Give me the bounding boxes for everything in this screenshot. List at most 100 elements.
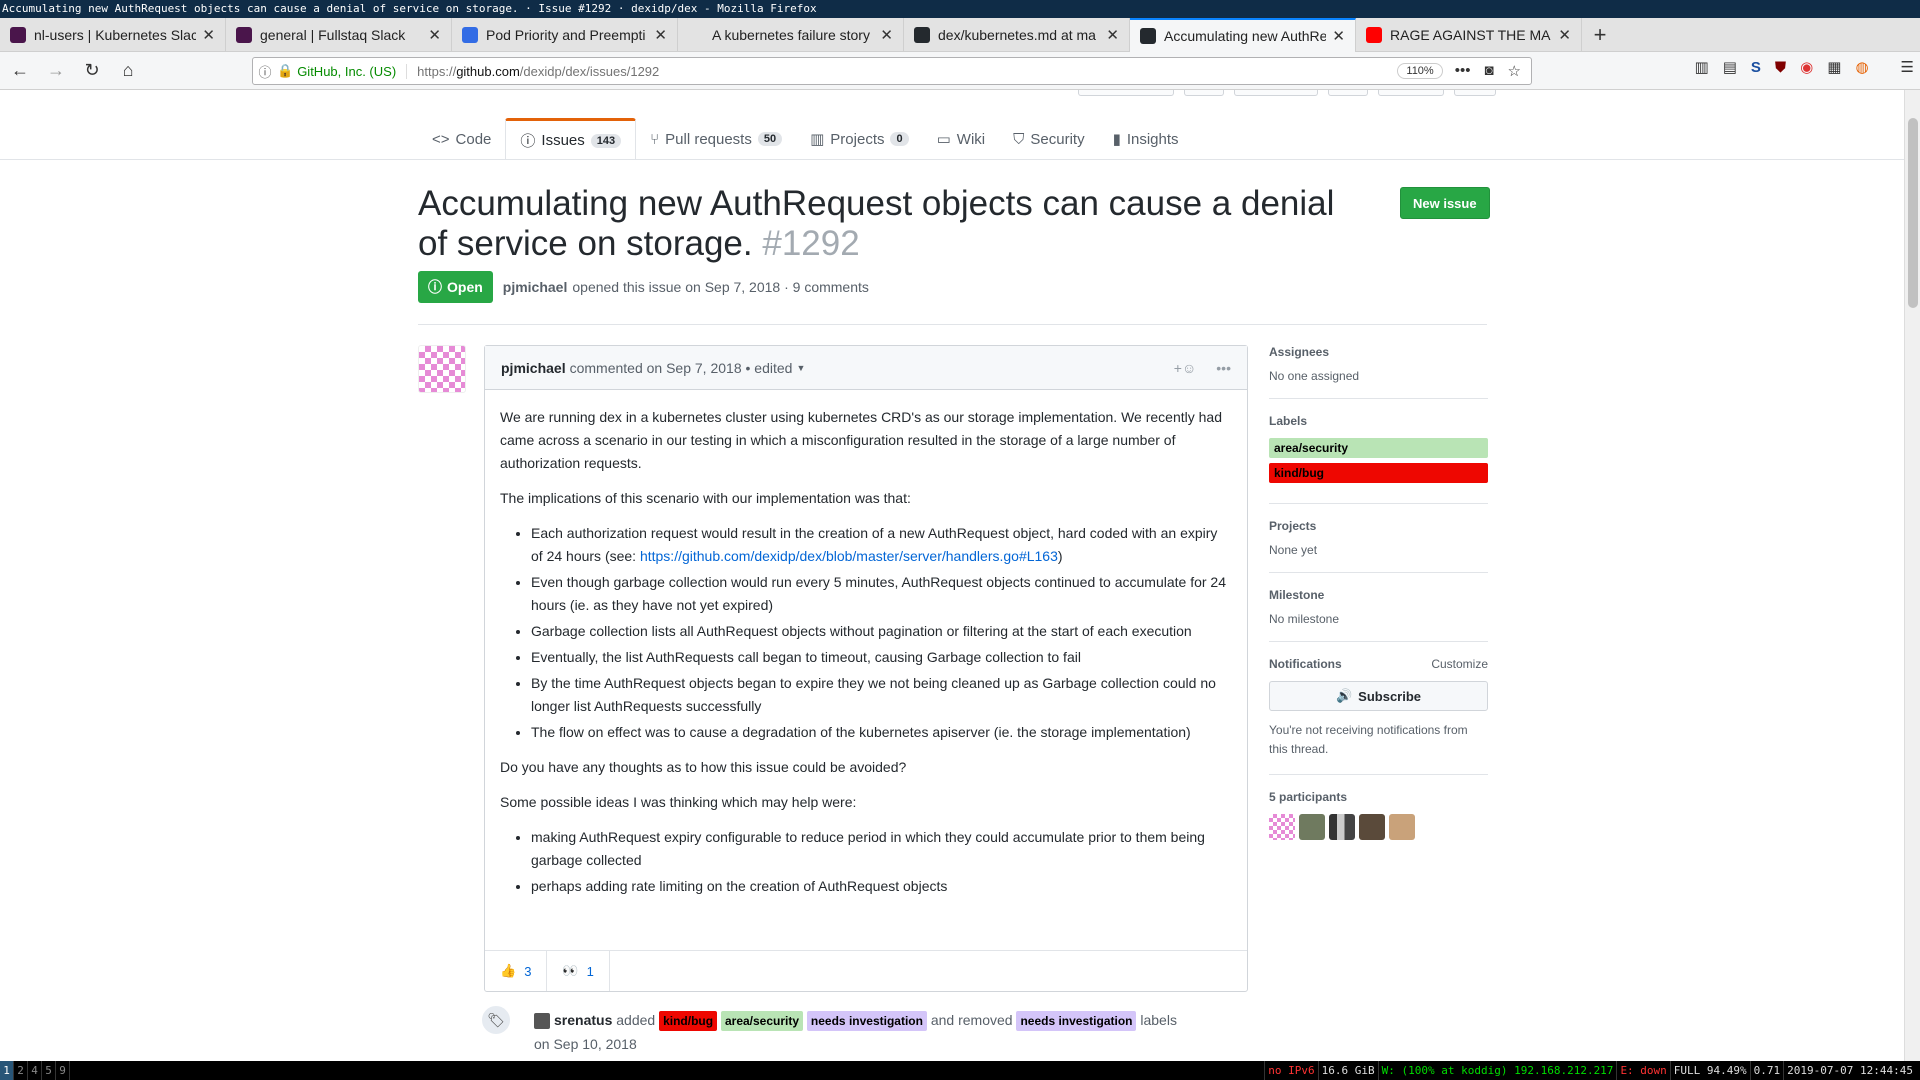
issues-counter: 143 xyxy=(590,133,622,148)
subscribe-button[interactable]: 🔊 Subscribe xyxy=(1269,681,1488,711)
url-bar[interactable]: ⓘ 🔒 GitHub, Inc. (US) https://github.com… xyxy=(252,57,1532,85)
close-icon[interactable]: ✕ xyxy=(880,26,893,44)
customize-link[interactable]: Customize xyxy=(1431,657,1488,671)
event-date[interactable]: on Sep 10, 2018 xyxy=(534,1036,637,1052)
zoom-indicator[interactable]: 110% xyxy=(1397,63,1443,79)
handlers-go-link[interactable]: https://github.com/dexidp/dex/blob/maste… xyxy=(640,548,1058,564)
workspace-button[interactable]: 4 xyxy=(28,1061,42,1080)
issue-number: #1292 xyxy=(762,224,860,263)
add-reaction-icon[interactable]: +☺ xyxy=(1174,360,1196,376)
close-icon[interactable]: ✕ xyxy=(654,26,667,44)
close-icon[interactable]: ✕ xyxy=(202,26,215,44)
avatar[interactable] xyxy=(1359,814,1385,840)
arrow-right-icon: → xyxy=(47,60,65,80)
label-needs-investigation[interactable]: needs investigation xyxy=(806,1011,927,1031)
close-icon[interactable]: ✕ xyxy=(1558,26,1571,44)
close-icon[interactable]: ✕ xyxy=(1106,26,1119,44)
issue-author-link[interactable]: pjmichael xyxy=(503,279,568,295)
library-icon[interactable]: ▥ xyxy=(1695,58,1709,76)
arrow-left-icon: ← xyxy=(11,60,29,80)
projects-label: Projects xyxy=(1269,519,1317,533)
participants-heading: 5 participants xyxy=(1269,790,1488,804)
close-icon[interactable]: ✕ xyxy=(428,26,441,44)
browser-tab[interactable]: Pod Priority and Preempti ✕ xyxy=(452,18,678,52)
url-text[interactable]: https://github.com/dexidp/dex/issues/129… xyxy=(417,64,1397,79)
browser-tab[interactable]: A kubernetes failure story (# ✕ xyxy=(678,18,904,52)
tab-insights[interactable]: ▮ Insights xyxy=(1099,118,1193,160)
workspace-button[interactable]: 1 xyxy=(0,1061,14,1080)
avatar[interactable] xyxy=(418,345,466,393)
extensions-icon[interactable]: ▦ xyxy=(1827,58,1841,76)
tab-security[interactable]: ⛉ Security xyxy=(999,118,1098,160)
browser-tab[interactable]: nl-users | Kubernetes Slac ✕ xyxy=(0,18,226,52)
back-button[interactable]: ← xyxy=(4,55,36,87)
forward-button[interactable]: → xyxy=(40,55,72,87)
avatar[interactable] xyxy=(1299,814,1325,840)
browser-tab[interactable]: general | Fullstaq Slack ✕ xyxy=(226,18,452,52)
workspace-button[interactable]: 9 xyxy=(56,1061,70,1080)
avatar[interactable] xyxy=(534,1013,550,1030)
fork-button-stub[interactable] xyxy=(1378,90,1444,96)
tab-code[interactable]: <> Code xyxy=(418,118,505,160)
list-item: Garbage collection lists all AuthRequest… xyxy=(531,620,1232,643)
new-issue-button[interactable]: New issue xyxy=(1400,187,1490,219)
avatar[interactable] xyxy=(1389,814,1415,840)
labels-heading[interactable]: Labels xyxy=(1269,414,1488,428)
new-tab-button[interactable]: + xyxy=(1582,18,1618,51)
assignees-heading[interactable]: Assignees xyxy=(1269,345,1488,359)
kebab-menu-icon[interactable]: ••• xyxy=(1216,360,1231,376)
label-area-security[interactable]: area/security xyxy=(720,1011,804,1031)
comment-author-link[interactable]: pjmichael xyxy=(501,360,566,376)
close-icon[interactable]: ✕ xyxy=(1332,27,1345,45)
implications-list: Each authorization request would result … xyxy=(531,522,1232,744)
notifications-label: Notifications xyxy=(1269,657,1342,671)
label-area-security[interactable]: area/security xyxy=(1269,438,1488,458)
chevron-down-icon[interactable]: ▼ xyxy=(796,363,805,373)
blank-icon xyxy=(688,27,704,43)
label-kind-bug[interactable]: kind/bug xyxy=(1269,463,1488,483)
watch-count-stub[interactable] xyxy=(1184,90,1224,96)
browser-tab[interactable]: dex/kubernetes.md at ma ✕ xyxy=(904,18,1130,52)
reaction-thumbs-up[interactable]: 👍 3 xyxy=(485,951,548,991)
avatar[interactable] xyxy=(1269,814,1295,840)
site-identity[interactable]: GitHub, Inc. (US) xyxy=(297,63,408,79)
projects-value: None yet xyxy=(1269,543,1318,557)
browser-tab[interactable]: RAGE AGAINST THE MA ✕ xyxy=(1356,18,1582,52)
extension-s-icon[interactable]: S xyxy=(1751,59,1761,76)
tab-pull-requests[interactable]: ⑂ Pull requests 50 xyxy=(636,118,796,160)
comment-paragraph: Do you have any thoughts as to how this … xyxy=(500,759,907,775)
watch-button-stub[interactable] xyxy=(1078,90,1174,96)
pocket-icon[interactable]: ◙ xyxy=(1484,62,1493,80)
reload-button[interactable]: ↻ xyxy=(76,55,108,87)
avatar[interactable] xyxy=(1329,814,1355,840)
reaction-eyes[interactable]: 👀 1 xyxy=(547,951,610,991)
milestone-heading[interactable]: Milestone xyxy=(1269,588,1488,602)
star-button-stub[interactable] xyxy=(1234,90,1318,96)
info-icon[interactable]: ⓘ xyxy=(253,62,277,81)
fork-count-stub[interactable] xyxy=(1454,90,1496,96)
workspace-button[interactable]: 5 xyxy=(42,1061,56,1080)
comment-header: pjmichael commented on Sep 7, 2018 • edi… xyxy=(485,346,1247,390)
event-author-link[interactable]: srenatus xyxy=(554,1012,612,1028)
bookmark-star-icon[interactable]: ☆ xyxy=(1508,62,1521,80)
home-button[interactable]: ⌂ xyxy=(112,55,144,87)
tab-issues[interactable]: ⓘ Issues 143 xyxy=(505,118,637,160)
i3-status-bar: 12459 no IPv6 16.6 GiB W: (100% at koddig)… xyxy=(0,1061,1920,1080)
label-kind-bug[interactable]: kind/bug xyxy=(659,1011,718,1031)
ublock-icon[interactable]: ⛊ xyxy=(1775,59,1786,76)
tab-projects[interactable]: ▥ Projects 0 xyxy=(796,118,923,160)
status-item: no IPv6 xyxy=(1264,1061,1317,1080)
repo-header-buttons xyxy=(1078,90,1496,96)
star-count-stub[interactable] xyxy=(1328,90,1368,96)
screenshot-icon[interactable]: ◉ xyxy=(1800,58,1813,76)
tab-wiki[interactable]: ▭ Wiki xyxy=(923,118,1000,160)
label-needs-investigation[interactable]: needs investigation xyxy=(1016,1011,1137,1031)
scrollbar-thumb[interactable] xyxy=(1908,118,1918,308)
sidebar-icon[interactable]: ▤ xyxy=(1723,58,1737,76)
menu-icon[interactable]: ☰ xyxy=(1901,58,1914,76)
workspace-button[interactable]: 2 xyxy=(14,1061,28,1080)
page-actions-icon[interactable]: ••• xyxy=(1455,62,1471,80)
projects-heading[interactable]: Projects xyxy=(1269,519,1488,533)
browser-tab[interactable]: Accumulating new AuthRe ✕ xyxy=(1130,18,1356,52)
addon-icon[interactable]: ◍ xyxy=(1855,58,1868,76)
